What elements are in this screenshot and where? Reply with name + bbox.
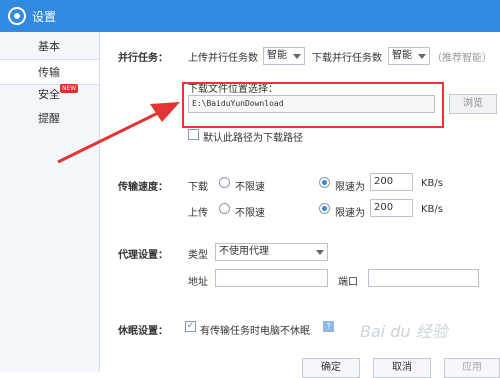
download-path-value: E:\BaiduYunDownload — [192, 99, 284, 108]
upload-parallel-value: 智能 — [267, 50, 287, 61]
sidebar-item-basic[interactable]: 基本 — [0, 34, 99, 60]
sleep-section-label: 休眠设置： — [118, 326, 168, 337]
sidebar-item-label: 传输 — [38, 66, 60, 79]
upload-unlimited-radio[interactable] — [219, 203, 230, 214]
help-icon[interactable]: ? — [323, 321, 334, 332]
watermark: Bai du 经验 — [360, 322, 448, 341]
cancel-button[interactable]: 取消 — [373, 358, 431, 378]
upload-parallel-dropdown[interactable]: 智能 — [263, 47, 305, 65]
upload-speed-label: 上传 — [188, 208, 208, 219]
download-limit-value: 200 — [374, 176, 394, 187]
upload-limit-radio[interactable] — [319, 203, 330, 214]
download-parallel-dropdown[interactable]: 智能 — [388, 47, 430, 65]
proxy-type-dropdown[interactable]: 不使用代理 — [215, 243, 328, 261]
sidebar-item-reminder[interactable]: 提醒 — [0, 106, 99, 132]
chevron-down-icon — [293, 54, 301, 59]
download-limit-unit: KB/s — [421, 178, 443, 189]
proxy-address-label: 地址 — [188, 277, 208, 288]
sidebar-item-label: 提醒 — [38, 112, 60, 125]
upload-limit-value: 200 — [374, 202, 394, 213]
proxy-address-input[interactable] — [215, 269, 328, 287]
download-path-input[interactable]: E:\BaiduYunDownload — [188, 95, 435, 113]
apply-button[interactable]: 应用 — [444, 358, 500, 378]
browse-button[interactable]: 浏览 — [449, 94, 497, 114]
title-bar: 设置 — [0, 0, 500, 32]
confirm-button[interactable]: 确定 — [302, 358, 360, 378]
proxy-section-label: 代理设置： — [118, 250, 168, 261]
default-path-label: 默认此路径为下载路径 — [203, 133, 303, 144]
chevron-down-icon — [418, 54, 426, 59]
proxy-port-input[interactable] — [368, 269, 479, 287]
download-limit-radio[interactable] — [319, 177, 330, 188]
download-unlimited-label: 不限速 — [235, 182, 265, 193]
upload-limit-label: 限速为 — [335, 208, 365, 219]
proxy-port-label: 端口 — [338, 277, 358, 288]
sidebar-item-label: 基本 — [38, 40, 60, 53]
download-unlimited-radio[interactable] — [219, 177, 230, 188]
download-limit-label: 限速为 — [335, 182, 365, 193]
download-speed-label: 下载 — [188, 182, 208, 193]
upload-parallel-label: 上传并行任务数 — [188, 53, 258, 64]
no-sleep-checkbox[interactable]: ✓ — [185, 321, 196, 332]
default-path-checkbox[interactable] — [188, 129, 199, 140]
upload-limit-input[interactable]: 200 — [370, 199, 413, 217]
proxy-type-value: 不使用代理 — [219, 246, 269, 257]
chevron-down-icon — [316, 250, 324, 255]
download-location-label: 下载文件位置选择： — [188, 84, 278, 95]
download-limit-input[interactable]: 200 — [370, 173, 413, 191]
new-badge: NEW — [60, 84, 79, 93]
sidebar: 基本 传输 安全 NEW 提醒 — [0, 32, 100, 372]
sidebar-item-label: 安全 — [38, 88, 60, 101]
upload-limit-unit: KB/s — [421, 204, 443, 215]
window-title: 设置 — [32, 10, 57, 24]
upload-unlimited-label: 不限速 — [235, 208, 265, 219]
download-parallel-value: 智能 — [392, 50, 412, 61]
no-sleep-label: 有传输任务时电脑不休眠 — [200, 326, 310, 337]
settings-gear-icon — [8, 7, 26, 25]
parallel-section-label: 并行任务： — [118, 53, 168, 64]
recommend-hint: （推荐智能） — [432, 53, 492, 64]
proxy-type-label: 类型 — [188, 250, 208, 261]
speed-section-label: 传输速度： — [118, 182, 168, 193]
sidebar-item-security[interactable]: 安全 NEW — [0, 82, 99, 108]
download-parallel-label: 下载并行任务数 — [312, 53, 382, 64]
